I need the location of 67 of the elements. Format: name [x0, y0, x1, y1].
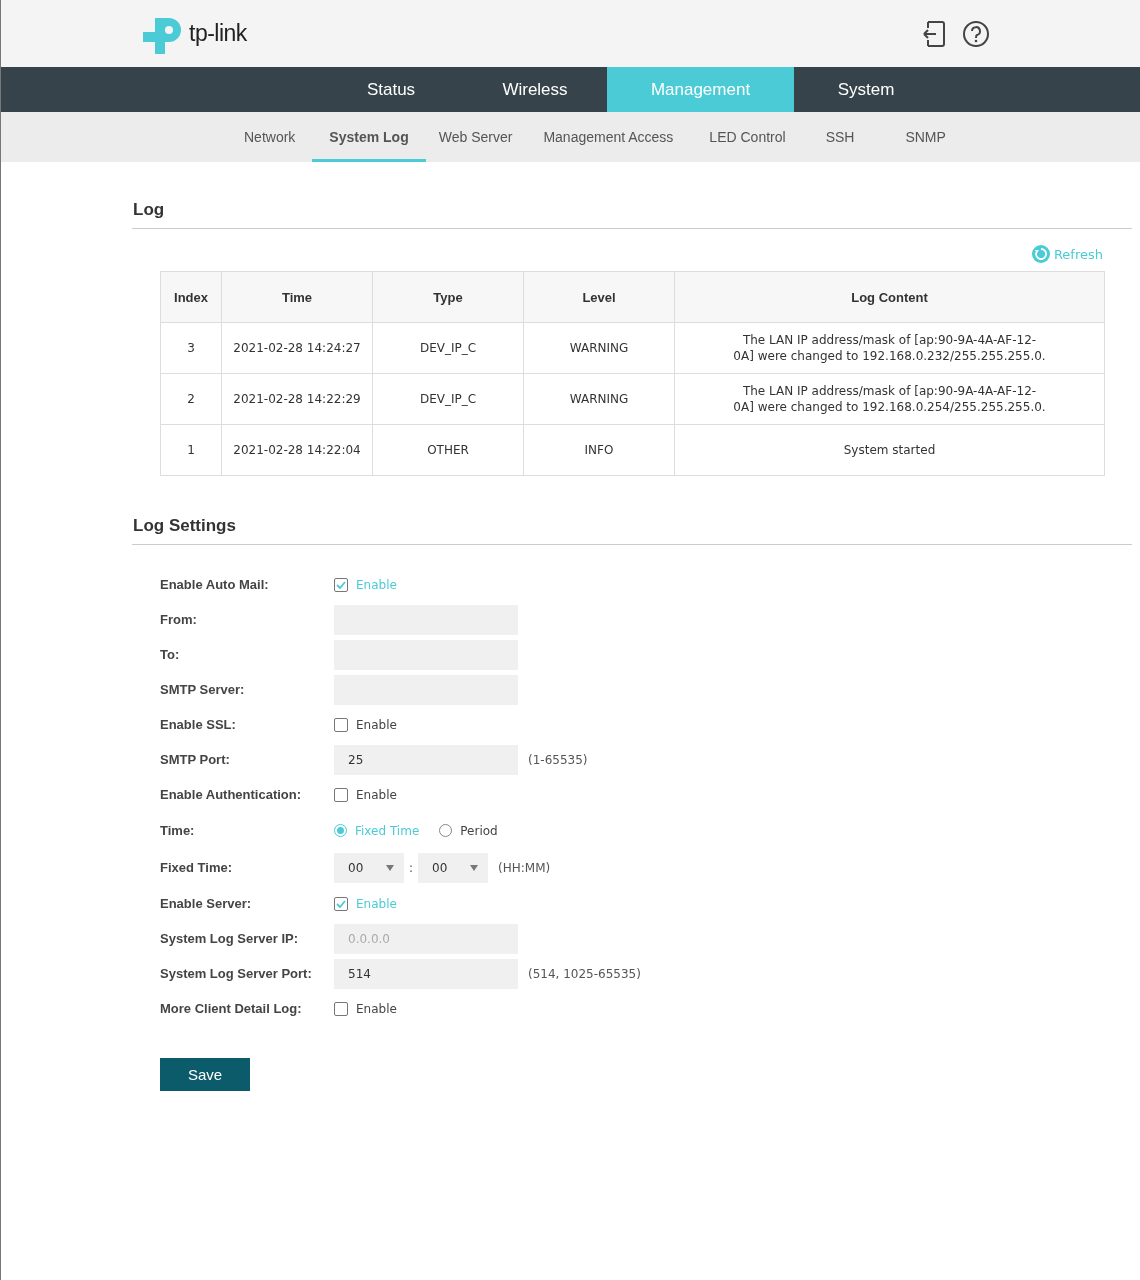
enable-checkbox[interactable]: Enable	[334, 1001, 397, 1016]
field-label: Fixed Time:	[160, 860, 233, 875]
logout-icon[interactable]	[920, 19, 946, 48]
caret-icon	[470, 864, 479, 871]
save-button[interactable]: Save	[160, 1058, 250, 1091]
field-label: Time:	[160, 823, 196, 838]
field-label: System Log Server Port:	[160, 966, 313, 981]
table-cell: OTHER	[372, 424, 524, 476]
sub-tab[interactable]: Web Server	[425, 112, 526, 162]
field-label: More Client Detail Log:	[160, 1001, 303, 1016]
field-label: Enable Auto Mail:	[160, 577, 270, 592]
field-label: Enable Server:	[160, 896, 253, 911]
sub-tab[interactable]: SSH	[803, 112, 877, 162]
field-label: SMTP Server:	[160, 682, 246, 697]
help-icon[interactable]	[962, 19, 990, 48]
text-field[interactable]: 25	[334, 744, 518, 775]
table-cell: INFO	[523, 424, 675, 476]
column-header: Time	[221, 271, 373, 323]
check-icon	[336, 899, 346, 908]
section-title: Log Settings	[132, 516, 1132, 545]
range-hint: (1-65535)	[528, 752, 588, 767]
radio-option[interactable]: Period	[439, 823, 498, 838]
time-separator: :	[409, 860, 414, 875]
minute-select[interactable]: 00	[418, 852, 489, 883]
table-cell: 1	[160, 424, 222, 476]
nav-tab[interactable]: System	[794, 67, 938, 112]
table-cell: 3	[160, 322, 222, 374]
table-cell: 2021-02-28 14:24:27	[221, 322, 373, 374]
nav-tab[interactable]: Wireless	[463, 67, 607, 112]
sub-tab[interactable]: LED Control	[691, 112, 804, 162]
field-label: Enable SSL:	[160, 717, 237, 732]
range-hint: (514, 1025-65535)	[528, 966, 641, 981]
table-cell: The LAN IP address/mask of [ap:90-9A-4A-AF-12-0A] were changed to 192.168.0.232/255.255.255.0.	[674, 322, 1105, 374]
table-cell: DEV_IP_C	[372, 322, 524, 374]
table-cell: 2021-02-28 14:22:29	[221, 373, 373, 425]
field-label: System Log Server IP:	[160, 931, 299, 946]
column-header: Index	[160, 271, 222, 323]
sub-tab[interactable]: Network	[227, 112, 313, 162]
enable-checkbox[interactable]: Enable	[334, 787, 397, 802]
caret-icon	[386, 864, 394, 871]
column-header: Log Content	[674, 271, 1105, 323]
format-hint: (HH:MM)	[498, 860, 551, 875]
sub-tab[interactable]: SNMP	[876, 112, 975, 162]
column-header: Level	[523, 271, 675, 323]
sub-tab[interactable]: System Log	[312, 112, 426, 162]
table-cell: WARNING	[523, 373, 675, 425]
table-cell: 2021-02-28 14:22:04	[221, 424, 373, 476]
section-title: Log	[132, 200, 1132, 229]
field-label: SMTP Port:	[160, 752, 231, 767]
field-label: To:	[160, 647, 181, 662]
column-header: Type	[372, 271, 524, 323]
refresh-icon	[1031, 245, 1050, 263]
text-field[interactable]: 514	[334, 958, 518, 989]
table-cell: WARNING	[523, 322, 675, 374]
nav-tab[interactable]: Status	[319, 67, 463, 112]
table-cell: 2	[160, 373, 222, 425]
logo-text: tp-link	[189, 20, 247, 47]
field-label: Enable Authentication:	[160, 787, 303, 802]
table-cell: DEV_IP_C	[372, 373, 524, 425]
field-label: From:	[160, 612, 198, 627]
table-cell: The LAN IP address/mask of [ap:90-9A-4A-AF-12-0A] were changed to 192.168.0.254/255.255.255.0.	[674, 373, 1105, 425]
enable-checkbox[interactable]: Enable	[334, 717, 397, 732]
sub-tab[interactable]: Management Access	[525, 112, 692, 162]
text-field[interactable]: 0.0.0.0	[334, 923, 518, 954]
hour-select[interactable]: 00	[334, 852, 404, 883]
table-cell: System started	[674, 424, 1105, 476]
check-icon	[336, 580, 346, 589]
